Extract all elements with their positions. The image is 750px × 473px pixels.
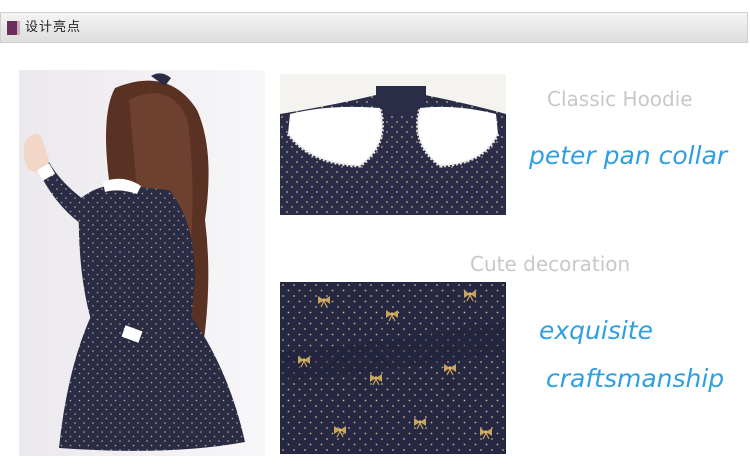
collar-detail-photo <box>280 74 506 215</box>
header-marker-icon <box>7 21 20 35</box>
fabric-detail-photo <box>280 282 506 454</box>
collar-closeup-illustration <box>280 74 506 215</box>
girl-in-dress-illustration <box>19 70 265 456</box>
section-title: 设计亮点 <box>25 20 82 35</box>
fabric-closeup-illustration <box>280 282 506 454</box>
main-product-photo <box>19 70 265 456</box>
craftsmanship-caption: craftsmanship <box>546 364 725 393</box>
classic-hoodie-caption: Classic Hoodie <box>547 87 693 111</box>
product-detail-page: 设计亮点 Classic Hoodie peter pan collar Cut… <box>0 0 750 473</box>
section-header-bar: 设计亮点 <box>0 12 748 43</box>
cute-decoration-caption: Cute decoration <box>470 252 631 276</box>
peter-pan-collar-caption: peter pan collar <box>529 141 728 170</box>
exquisite-caption: exquisite <box>539 316 653 345</box>
